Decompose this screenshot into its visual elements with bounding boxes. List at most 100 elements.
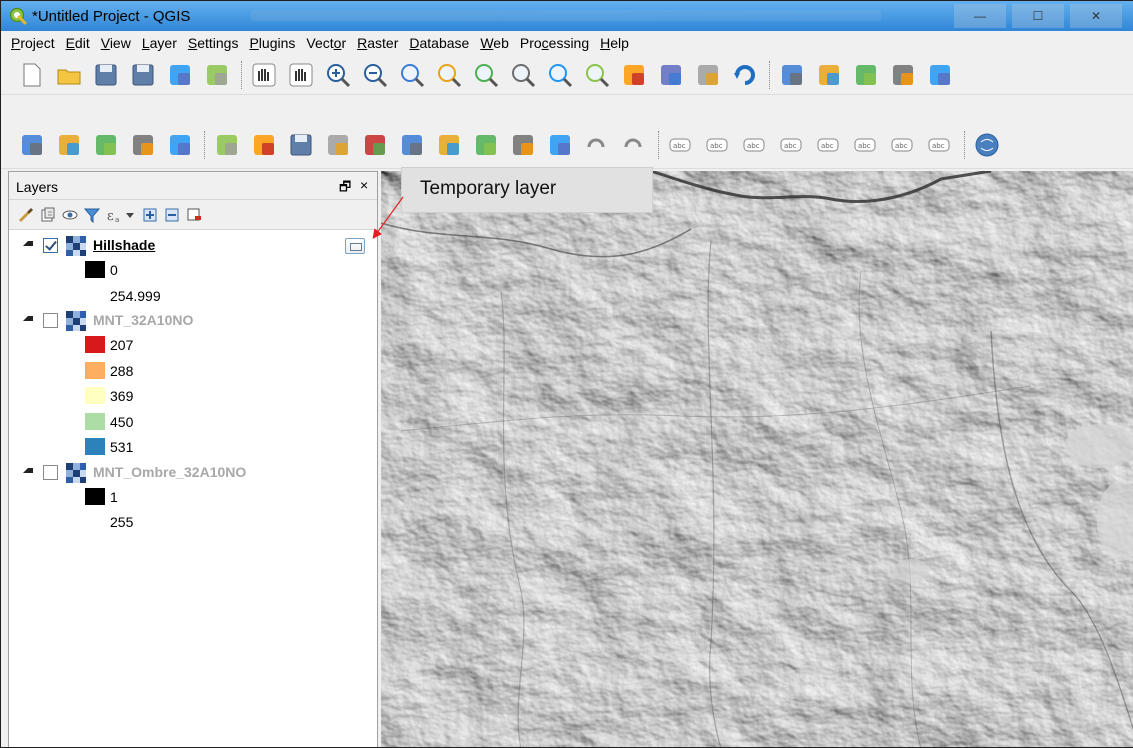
- zoom-layer-icon[interactable]: [508, 60, 538, 90]
- identify-icon[interactable]: [777, 60, 807, 90]
- layout-manager-icon[interactable]: [202, 60, 232, 90]
- cut-features-icon[interactable]: [471, 130, 501, 160]
- menu-bar: Project Edit View Layer Settings Plugins Vecto…: [1, 31, 1133, 55]
- collapse-arrow-icon[interactable]: [23, 241, 33, 246]
- add-vector-icon[interactable]: [17, 130, 47, 160]
- node-tool-icon[interactable]: [397, 130, 427, 160]
- legend-value: 1: [110, 488, 118, 505]
- menu-web[interactable]: Web: [480, 35, 509, 51]
- remove-layer-icon[interactable]: [185, 206, 203, 224]
- toggle-editing-icon[interactable]: [212, 130, 242, 160]
- menu-help[interactable]: Help: [600, 35, 629, 51]
- collapse-arrow-icon[interactable]: [23, 467, 33, 473]
- menu-raster[interactable]: Raster: [357, 35, 398, 51]
- minimize-button[interactable]: —: [954, 4, 1006, 28]
- menu-project[interactable]: Project: [11, 35, 55, 51]
- collapse-all-icon[interactable]: [163, 206, 181, 224]
- layer-row[interactable]: MNT_32A10NO: [9, 309, 377, 333]
- menu-edit[interactable]: Edit: [66, 35, 90, 51]
- menu-vector[interactable]: Vector: [306, 35, 346, 51]
- legend-item: 369: [9, 384, 377, 408]
- select-feature-icon[interactable]: [851, 60, 881, 90]
- add-group-icon[interactable]: [39, 206, 57, 224]
- new-map-view-icon[interactable]: [693, 60, 723, 90]
- plugin-globe-icon[interactable]: [972, 130, 1002, 160]
- layer-name[interactable]: MNT_Ombre_32A10NO: [93, 464, 246, 480]
- copy-features-icon[interactable]: [508, 130, 538, 160]
- pan-icon[interactable]: [249, 60, 279, 90]
- select-radius-icon[interactable]: [814, 60, 844, 90]
- menu-processing[interactable]: Processing: [520, 35, 589, 51]
- paste-features-icon[interactable]: [545, 130, 575, 160]
- layer-name[interactable]: MNT_32A10NO: [93, 312, 193, 328]
- menu-layer[interactable]: Layer: [142, 35, 177, 51]
- zoom-last-icon[interactable]: [545, 60, 575, 90]
- toolbar-separator: [241, 61, 242, 89]
- rotate-label-icon[interactable]: abc: [888, 130, 918, 160]
- move-feature-icon[interactable]: [360, 130, 390, 160]
- layer-row[interactable]: MNT_Ombre_32A10NO: [9, 461, 377, 485]
- refresh-icon[interactable]: [730, 60, 760, 90]
- change-label-icon[interactable]: abc: [925, 130, 955, 160]
- new-bookmark-icon[interactable]: [619, 60, 649, 90]
- add-raster-icon[interactable]: [54, 130, 84, 160]
- new-print-layout-icon[interactable]: [165, 60, 195, 90]
- close-window-button[interactable]: ✕: [1070, 4, 1122, 28]
- filter-legend-icon[interactable]: [83, 206, 101, 224]
- manage-visibility-icon[interactable]: [61, 206, 79, 224]
- delete-selected-icon[interactable]: [434, 130, 464, 160]
- attribute-table-icon[interactable]: [925, 60, 955, 90]
- zoom-native-icon[interactable]: [397, 60, 427, 90]
- add-feature-icon[interactable]: [323, 130, 353, 160]
- new-shapefile-icon[interactable]: [128, 130, 158, 160]
- menu-view[interactable]: View: [101, 35, 131, 51]
- save-as-icon[interactable]: [128, 60, 158, 90]
- filter-expression-icon[interactable]: εa: [105, 206, 123, 224]
- layer-visibility-checkbox[interactable]: [43, 464, 58, 480]
- open-project-icon[interactable]: [54, 60, 84, 90]
- zoom-out-icon[interactable]: [360, 60, 390, 90]
- collapse-arrow-icon[interactable]: [23, 316, 33, 321]
- new-project-icon[interactable]: [17, 60, 47, 90]
- svg-text:abc: abc: [895, 142, 908, 150]
- menu-settings[interactable]: Settings: [188, 35, 239, 51]
- legend-swatch: [85, 487, 105, 505]
- digitize-icon[interactable]: [91, 130, 121, 160]
- add-wms-icon[interactable]: [165, 130, 195, 160]
- dropdown-arrow-icon[interactable]: [125, 206, 135, 224]
- raster-layer-icon: [66, 311, 86, 331]
- layer-labeling-icon[interactable]: abc: [740, 130, 770, 160]
- highlight-pinned-icon[interactable]: abc: [777, 130, 807, 160]
- show-bookmarks-icon[interactable]: [656, 60, 686, 90]
- current-edits-icon[interactable]: [249, 130, 279, 160]
- layers-panel-title: Layers: [16, 179, 59, 195]
- maximize-button[interactable]: ☐: [1012, 4, 1064, 28]
- move-label-icon[interactable]: abc: [851, 130, 881, 160]
- open-styling-icon[interactable]: [17, 206, 35, 224]
- svg-text:abc: abc: [932, 142, 945, 150]
- layer-visibility-checkbox[interactable]: [43, 313, 58, 328]
- deselect-icon[interactable]: [888, 60, 918, 90]
- zoom-selection-icon[interactable]: [471, 60, 501, 90]
- temporary-layer-icon[interactable]: [345, 238, 365, 254]
- menu-plugins[interactable]: Plugins: [249, 35, 295, 51]
- zoom-full-icon[interactable]: [434, 60, 464, 90]
- menu-database[interactable]: Database: [409, 35, 469, 51]
- pan-to-selection-icon[interactable]: [286, 60, 316, 90]
- zoom-next-icon[interactable]: [582, 60, 612, 90]
- pin-labels-icon[interactable]: abc: [703, 130, 733, 160]
- zoom-in-icon[interactable]: [323, 60, 353, 90]
- save-edits-icon[interactable]: [286, 130, 316, 160]
- map-canvas[interactable]: [381, 171, 1133, 747]
- float-panel-icon[interactable]: 🗗: [339, 178, 351, 200]
- label-icon[interactable]: abc: [666, 130, 696, 160]
- layer-row[interactable]: Hillshade: [9, 234, 377, 258]
- show-hide-labels-icon[interactable]: abc: [814, 130, 844, 160]
- close-panel-icon[interactable]: ×: [360, 177, 368, 193]
- save-project-icon[interactable]: [91, 60, 121, 90]
- layer-name[interactable]: Hillshade: [93, 237, 155, 253]
- expand-all-icon[interactable]: [141, 206, 159, 224]
- layer-visibility-checkbox[interactable]: [43, 238, 58, 253]
- undo-icon[interactable]: [582, 130, 612, 160]
- redo-icon[interactable]: [619, 130, 649, 160]
